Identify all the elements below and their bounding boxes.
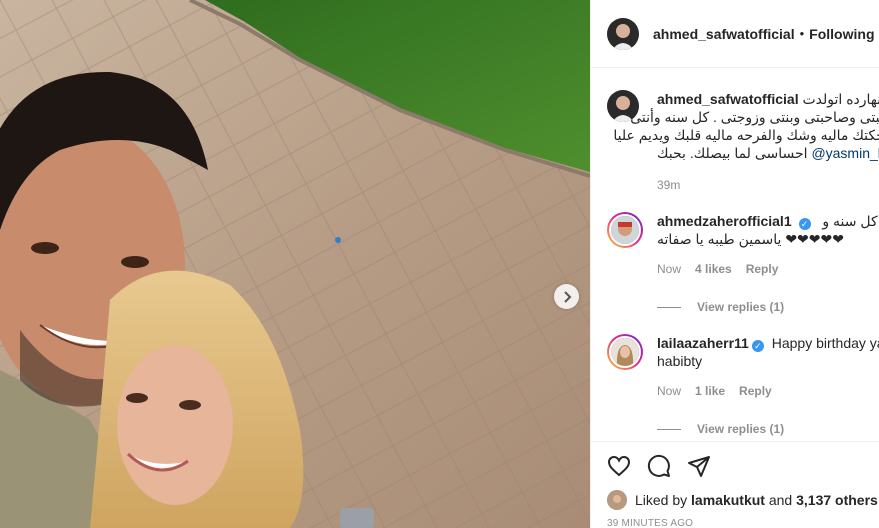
reply-button[interactable]: Reply xyxy=(746,260,779,278)
post-sidebar: ahmed_safwatofficial • Following ahmed_s… xyxy=(590,0,879,528)
others-count-link[interactable]: 3,137 others xyxy=(796,492,878,508)
comment-icon[interactable] xyxy=(647,454,671,478)
chevron-right-icon xyxy=(563,290,571,303)
heart-icon[interactable] xyxy=(607,454,631,478)
post-timestamp[interactable]: 39 MINUTES AGO xyxy=(607,518,693,528)
liked-by-and: and xyxy=(768,492,793,508)
caption-line-2: ضحكتك ماليه وشك والفرحه ماليه قلبك ويديم… xyxy=(613,127,879,143)
comment-likes-count[interactable]: 4 likes xyxy=(695,260,732,278)
comment-text-line-0: كل سنه و xyxy=(822,213,878,229)
selfie-image xyxy=(0,0,590,528)
verified-badge-icon: ✓ xyxy=(751,340,764,352)
author-avatar[interactable] xyxy=(607,17,639,50)
liked-by-user[interactable]: lamakutkut xyxy=(691,492,765,508)
post-actions: Liked by lamakutkut and 3,137 others 39 … xyxy=(591,441,879,528)
comments-list[interactable]: ahmed_safwatofficial زى انهارده اتولدت ح… xyxy=(591,69,879,441)
view-replies-button[interactable]: View replies (1) xyxy=(657,298,879,316)
caption-time: 39m xyxy=(657,178,681,192)
caption-line-0: زى انهارده اتولدت xyxy=(802,91,879,107)
comment-text-line-1: ❤❤❤❤❤ ياسمين طيبه يا صفاته xyxy=(657,231,844,247)
view-replies-button[interactable]: View replies (1) xyxy=(657,420,879,438)
caption-mention-link[interactable]: @yasmin_hendawy xyxy=(811,145,879,161)
post-photo[interactable] xyxy=(0,0,590,528)
comment-time: Now xyxy=(657,262,682,276)
liked-by-label: Liked by xyxy=(635,492,688,508)
commenter-username[interactable]: ahmedzaherofficial1 xyxy=(657,213,792,229)
caption-username[interactable]: ahmed_safwatofficial xyxy=(657,91,799,107)
paper-plane-icon[interactable] xyxy=(687,454,711,478)
reply-button[interactable]: Reply xyxy=(739,382,772,400)
caption-line-1: حبيبتى وصاحبتى وبنتى وزوجتى . كل سنه وأن… xyxy=(630,109,879,125)
commenter-username[interactable]: lailaazaherr11 xyxy=(657,335,749,351)
author-username[interactable]: ahmed_safwatofficial xyxy=(653,26,795,42)
post-modal: ahmed_safwatofficial • Following ahmed_s… xyxy=(0,0,879,528)
commenter-avatar[interactable] xyxy=(607,212,643,248)
likes-summary: Liked by lamakutkut and 3,137 others xyxy=(607,490,878,510)
separator-dot: • xyxy=(799,26,805,41)
commenter-avatar[interactable] xyxy=(607,334,643,370)
following-button[interactable]: Following xyxy=(809,26,874,42)
comment-time: Now xyxy=(657,384,682,398)
comment-likes-count[interactable]: 1 like xyxy=(695,382,725,400)
liker-avatar[interactable] xyxy=(607,490,627,510)
verified-badge-icon: ✓ xyxy=(798,218,811,230)
next-photo-button[interactable] xyxy=(554,284,579,309)
caption-line-3: احساسى لما بيصلك. بحبك xyxy=(657,145,808,161)
post-header: ahmed_safwatofficial • Following xyxy=(591,0,879,68)
